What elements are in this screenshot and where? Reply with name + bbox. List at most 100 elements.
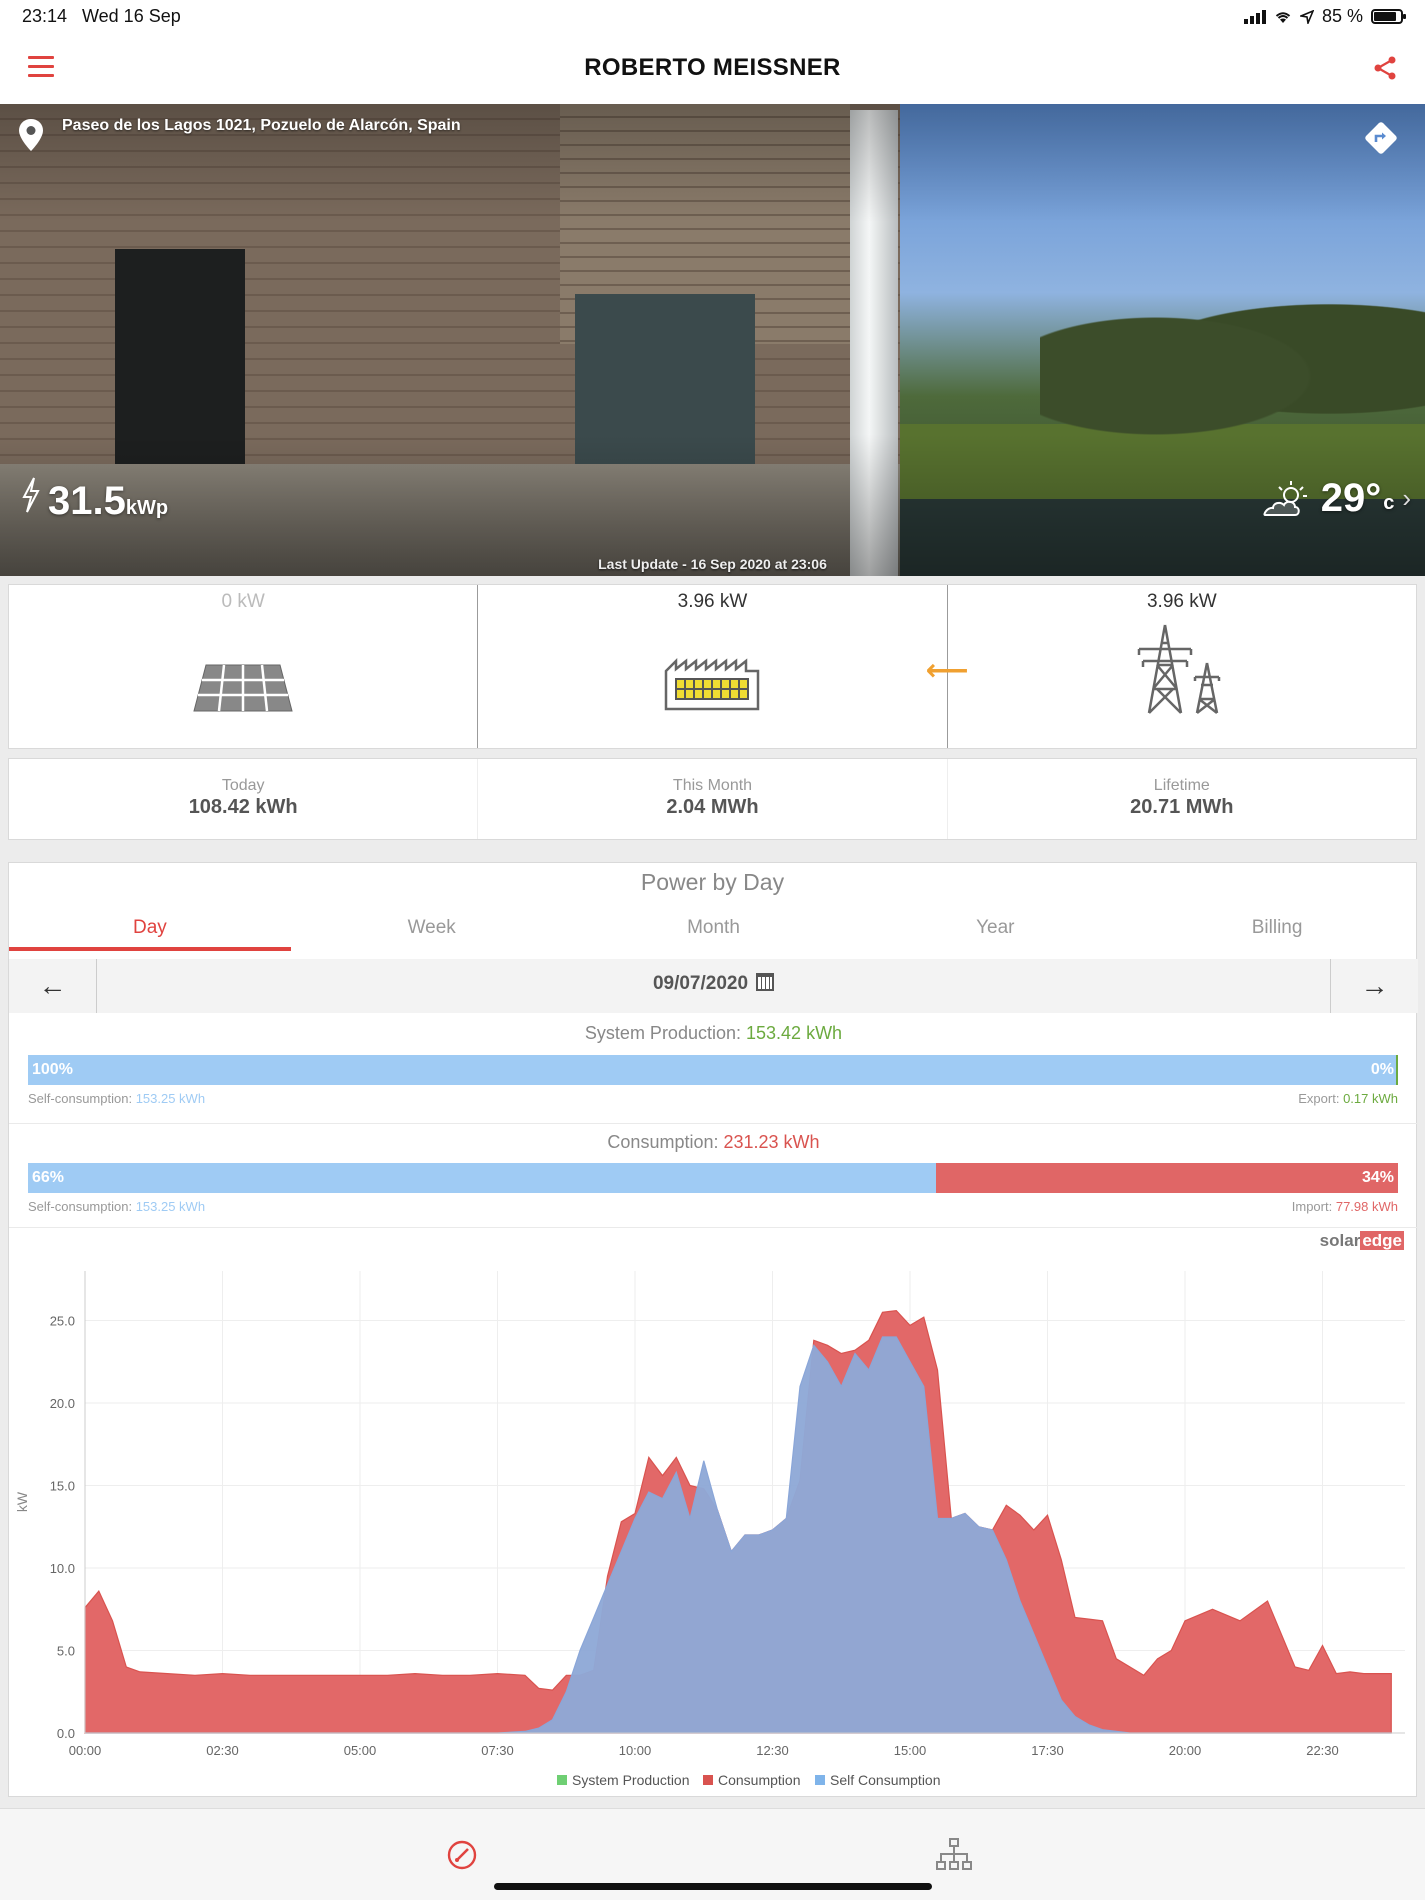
y-axis-label: kW <box>14 1491 30 1512</box>
period-tabs: Day Week Month Year Billing <box>9 907 1418 951</box>
legend-swatch <box>815 1775 825 1785</box>
tab-day[interactable]: Day <box>9 907 291 951</box>
legend-swatch <box>557 1775 567 1785</box>
lightning-bolt-icon <box>22 477 40 513</box>
summary-label: This Month <box>672 777 753 794</box>
bottom-navigation <box>0 1808 1425 1900</box>
power-flow-panel: 0 kW 3.96 kW ⟵ 3.96 kW <box>8 584 1417 749</box>
consumption-import-text: Import: 77.98 kWh <box>1292 1199 1398 1214</box>
y-tick-label: 5.0 <box>57 1644 75 1659</box>
site-layout-icon[interactable] <box>934 1835 974 1875</box>
tab-week[interactable]: Week <box>291 907 573 951</box>
location-pin-icon <box>19 119 43 151</box>
date-picker[interactable]: 09/07/2020 <box>9 973 1418 995</box>
summary-value: 108.42 kWh <box>188 796 298 818</box>
tab-year[interactable]: Year <box>854 907 1136 951</box>
self-consumption-value: 153.25 kWh <box>135 1091 206 1106</box>
consumption-value: 231.23 kWh <box>723 1132 820 1152</box>
tab-billing[interactable]: Billing <box>1136 907 1418 951</box>
next-date-button[interactable]: → <box>1330 959 1418 1013</box>
selected-date: 09/07/2020 <box>652 973 749 994</box>
factory-load-icon <box>665 657 760 711</box>
app-bar: ROBERTO MEISSNER <box>0 34 1425 104</box>
status-indicators: 85 % <box>1243 6 1406 27</box>
home-indicator <box>494 1883 932 1890</box>
legend-swatch <box>703 1775 713 1785</box>
solar-flow-cell[interactable]: 0 kW <box>9 585 479 748</box>
production-breakdown: System Production: 153.42 kWh <box>9 1023 1418 1044</box>
solar-power-value: 0 kW <box>221 591 265 612</box>
y-tick-label: 15.0 <box>50 1479 75 1494</box>
y-tick-label: 0.0 <box>57 1726 75 1741</box>
consumption-self-segment: 66% <box>28 1163 936 1193</box>
arrow-right-icon: → <box>1360 970 1389 1001</box>
temperature-unit: c <box>1383 492 1395 514</box>
summary-value: 2.04 MWh <box>666 796 759 818</box>
summary-today: Today 108.42 kWh <box>9 759 479 839</box>
power-panel-title: Power by Day <box>640 869 785 895</box>
arrow-left-icon: ⟵ <box>925 654 969 687</box>
grid-flow-cell[interactable]: ⟵ 3.96 kW <box>926 585 1416 748</box>
location-arrow-icon <box>1299 9 1314 24</box>
hero-shade <box>0 104 1425 576</box>
production-self-segment: 100% <box>28 1055 1397 1085</box>
x-tick-label: 17:30 <box>1031 1743 1064 1758</box>
consumption-breakdown: Consumption: 231.23 kWh <box>9 1132 1418 1153</box>
legend-item: System Production <box>572 1772 690 1788</box>
brand-part-a: solar <box>1319 1231 1361 1250</box>
self-consumption-label: Self-consumption: <box>28 1091 133 1106</box>
temperature-value: 29° <box>1320 476 1382 520</box>
x-tick-label: 07:30 <box>481 1743 514 1758</box>
power-chart[interactable]: 0.0 5.0 10.0 15.0 20.0 25.0 00:00 02:30 05:00 07:… <box>9 1251 1418 1791</box>
divider <box>9 1123 1418 1124</box>
production-export-text: Export: 0.17 kWh <box>1298 1091 1398 1106</box>
summary-label: Today <box>221 777 265 794</box>
solar-panel-icon <box>193 664 293 712</box>
site-hero-image: Paseo de los Lagos 1021, Pozuelo de Alar… <box>0 104 1425 576</box>
power-grid-tower-icon <box>1137 624 1221 714</box>
divider <box>9 1227 1418 1228</box>
consumption-label: Consumption: <box>607 1132 719 1152</box>
peak-power-unit: kWp <box>125 497 169 519</box>
production-value: 153.42 kWh <box>746 1023 843 1043</box>
y-tick-label: 20.0 <box>50 1396 75 1411</box>
site-address: Paseo de los Lagos 1021, Pozuelo de Alar… <box>62 117 461 134</box>
production-export-pct: 0% <box>1370 1061 1394 1078</box>
export-value: 0.17 kWh <box>1343 1091 1398 1106</box>
summary-label: Lifetime <box>1153 777 1210 794</box>
import-value: 77.98 kWh <box>1335 1199 1398 1214</box>
dashboard-gauge-icon[interactable] <box>442 1835 482 1875</box>
consumption-bar: 66% 34% <box>28 1163 1398 1193</box>
calendar-icon[interactable] <box>756 973 775 991</box>
y-tick-label: 10.0 <box>50 1561 75 1576</box>
legend-item: Self Consumption <box>830 1772 941 1788</box>
peak-power-value: 31.5 <box>48 479 126 523</box>
peak-power: 31.5 kWp <box>20 476 168 524</box>
app-root: 23:14 Wed 16 Sep 85 % ROBERTO MEISSNER P… <box>0 0 1425 1900</box>
status-time: 23:14 <box>22 6 68 26</box>
tab-month[interactable]: Month <box>573 907 855 951</box>
x-tick-label: 20:00 <box>1169 1743 1202 1758</box>
site-owner-title: ROBERTO MEISSNER <box>584 54 841 81</box>
self-consumption-label: Self-consumption: <box>28 1199 133 1214</box>
consumption-import-segment: 34% <box>935 1163 1398 1193</box>
import-label: Import: <box>1291 1199 1333 1214</box>
load-flow-cell[interactable]: 3.96 kW <box>478 585 948 748</box>
summary-this-month: This Month 2.04 MWh <box>478 759 948 839</box>
x-tick-label: 00:00 <box>69 1743 102 1758</box>
x-tick-label: 15:00 <box>894 1743 927 1758</box>
x-tick-label: 02:30 <box>206 1743 239 1758</box>
battery-icon <box>1371 9 1406 24</box>
legend-item: Consumption <box>718 1772 801 1788</box>
self-consumption-value: 153.25 kWh <box>135 1199 206 1214</box>
chevron-right-icon[interactable]: › <box>1402 483 1411 514</box>
consumption-title: Consumption: 231.23 kWh <box>9 1132 1418 1153</box>
production-title: System Production: 153.42 kWh <box>9 1023 1418 1044</box>
production-label: System Production: <box>584 1023 741 1043</box>
grid-power-value: 3.96 kW <box>1146 591 1217 612</box>
directions-icon[interactable] <box>1363 120 1399 156</box>
production-export-segment <box>1396 1055 1398 1085</box>
weather-widget[interactable]: 29° c › <box>1257 476 1411 521</box>
wifi-icon <box>1275 11 1291 23</box>
share-icon[interactable] <box>1371 54 1399 82</box>
